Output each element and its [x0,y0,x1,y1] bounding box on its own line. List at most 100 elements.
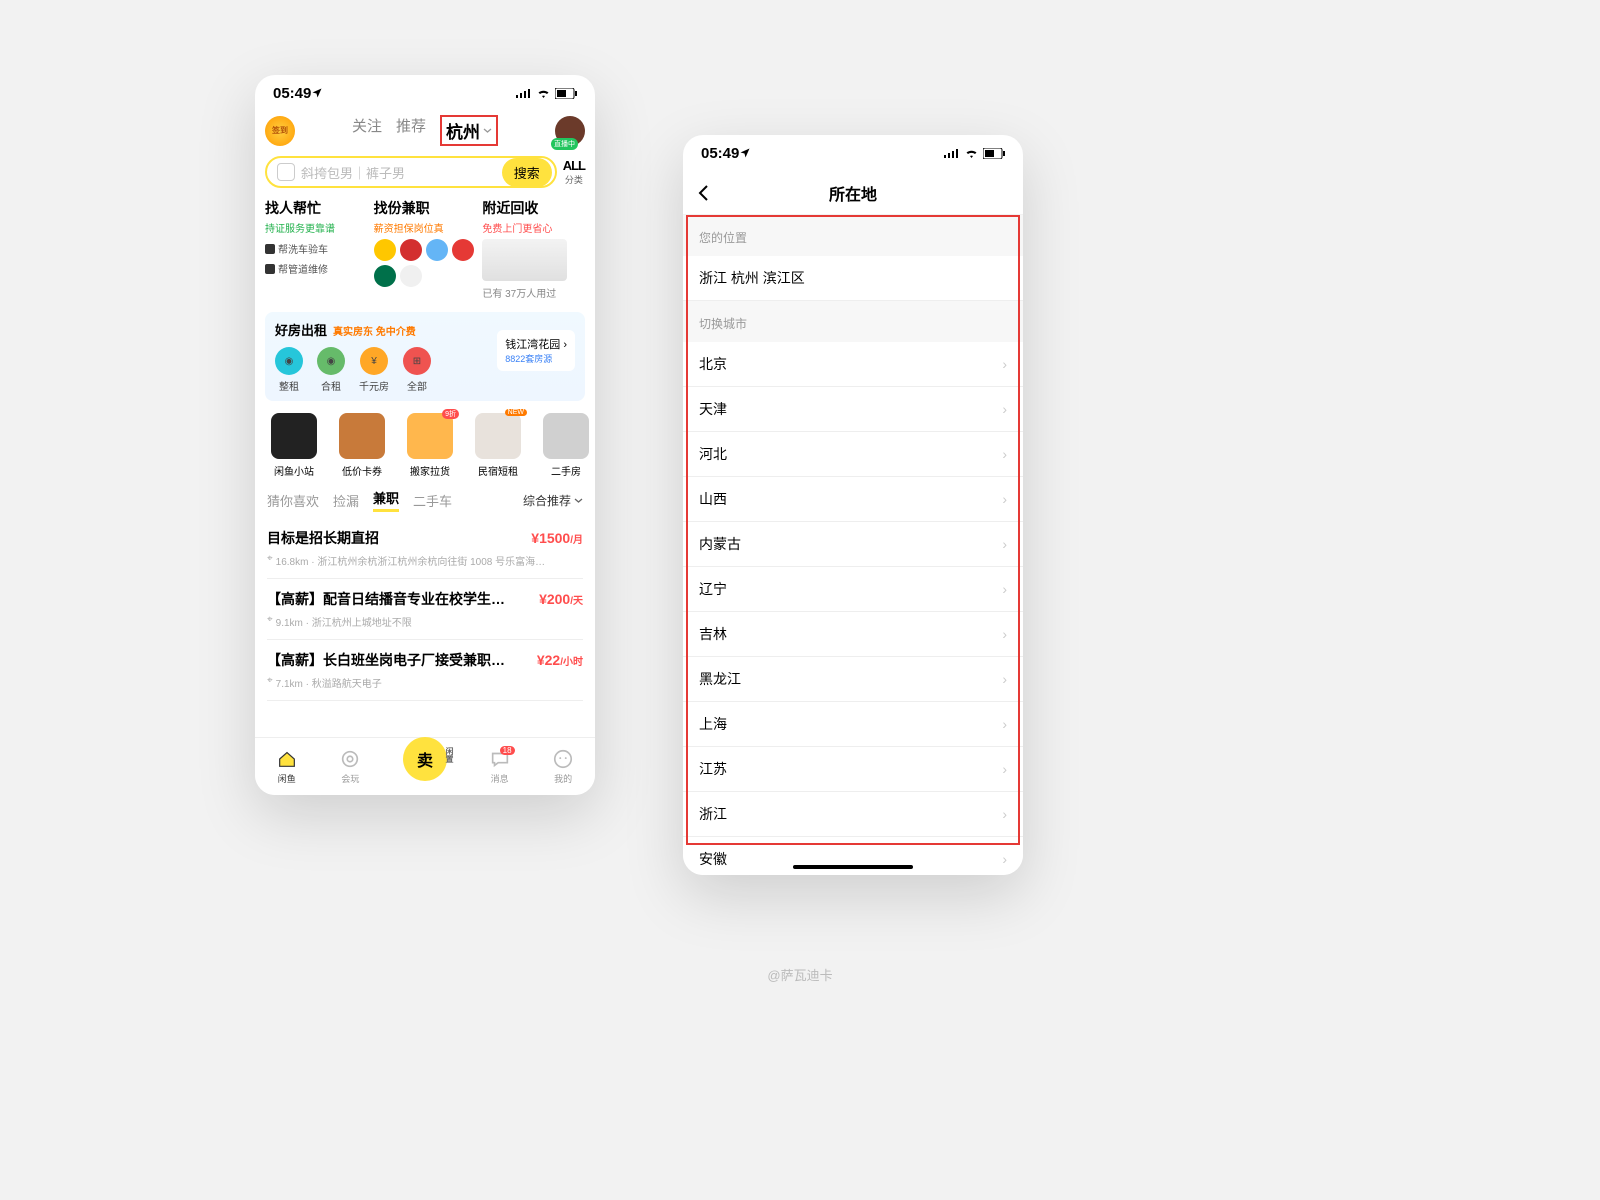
housing-chip-sub: 8822套房源 [505,352,567,365]
help-item[interactable]: 帮洗车验车 [265,241,368,256]
city-item[interactable]: 辽宁› [683,567,1023,612]
brand-icon [426,239,448,261]
top-nav: 签到 关注 推荐 杭州 直播中 [255,111,595,150]
help-item[interactable]: 帮管道维修 [265,261,368,276]
house-circle-icon: ⊞ [403,347,431,375]
listing-price: ¥1500/月 [531,530,583,546]
city-item[interactable]: 黑龙江› [683,657,1023,702]
chevron-right-icon: › [1002,851,1007,867]
listings: 目标是招长期直招¥1500/月 ⌖16.8km · 浙江杭州余杭浙江杭州余杭向往… [255,518,595,701]
category-item[interactable]: 低价卡券 [333,413,391,478]
brand-grid [374,239,477,287]
category-item[interactable]: NEW民宿短租 [469,413,527,478]
house-option[interactable]: ◉整租 [275,347,303,393]
chevron-down-icon [574,496,583,505]
tab-follow[interactable]: 关注 [352,115,382,146]
tab-messages[interactable]: 18 消息 [489,748,511,785]
brand-icon [400,265,422,287]
chevron-right-icon: › [1002,626,1007,642]
city-item[interactable]: 江苏› [683,747,1023,792]
home-indicator[interactable] [793,865,913,869]
chevron-right-icon: › [1002,671,1007,687]
city-item[interactable]: 内蒙古› [683,522,1023,567]
card-title: 找份兼职 [374,198,477,218]
section-header: 切换城市 [683,301,1023,342]
filter-tab[interactable]: 二手车 [413,491,452,510]
phone-location: 05:49 所在地 您的位置 浙江 杭州 滨江区 切换城市 北京›天津›河北›山… [683,135,1023,875]
city-item[interactable]: 天津› [683,387,1023,432]
status-icons [516,88,577,99]
avatar[interactable]: 直播中 [555,116,585,146]
sell-button[interactable]: 卖 闲置 [403,737,447,781]
house-option[interactable]: ¥千元房 [359,347,389,393]
house-option[interactable]: ◉合租 [317,347,345,393]
listing-title: 【高薪】配音日结播音专业在校学生… [267,589,539,609]
search-button[interactable]: 搜索 [502,158,552,187]
pin-icon: ⌖ [267,614,273,629]
back-button[interactable] [697,184,709,202]
listing-title: 【高薪】长白班坐岗电子厂接受兼职… [267,650,537,670]
scan-icon[interactable] [277,163,295,181]
message-icon: 18 [489,748,511,770]
card-subtitle: 薪资担保岗位真 [374,220,477,235]
tab-city[interactable]: 杭州 [440,115,498,146]
listing-item[interactable]: 【高薪】长白班坐岗电子厂接受兼职…¥22/小时 ⌖7.1km · 秋溢路航天电子 [267,640,583,701]
category-item[interactable]: 二手房 [537,413,595,478]
tab-mine[interactable]: 我的 [552,748,574,785]
house-option[interactable]: ⊞全部 [403,347,431,393]
city-list: 北京›天津›河北›山西›内蒙古›辽宁›吉林›黑龙江›上海›江苏›浙江›安徽›福建… [683,342,1023,875]
chevron-right-icon: › [1002,536,1007,552]
location-arrow-icon [739,147,751,159]
card-recycle[interactable]: 附近回收 免费上门更省心 已有 37万人用过 [482,198,585,300]
tab-bar: 闲鱼 会玩 卖 闲置 18 消息 我的 [255,737,595,795]
house-circle-icon: ◉ [275,347,303,375]
tab-city-label: 杭州 [446,118,480,143]
chevron-down-icon [483,126,492,135]
live-badge: 直播中 [551,138,578,150]
housing-chip[interactable]: 钱江湾花园 › 8822套房源 [497,330,575,371]
tab-recommend[interactable]: 推荐 [396,115,426,146]
filter-tab-active[interactable]: 兼职 [373,488,399,512]
city-item[interactable]: 北京› [683,342,1023,387]
category-image [543,413,589,459]
wifi-icon [964,148,979,159]
card-title: 附近回收 [482,198,585,218]
listing-item[interactable]: 【高薪】配音日结播音专业在校学生…¥200/天 ⌖9.1km · 浙江杭州上城地… [267,579,583,640]
message-count-badge: 18 [500,746,515,755]
listing-title: 目标是招长期直招 [267,528,531,548]
listing-address: ⌖9.1km · 浙江杭州上城地址不限 [267,614,583,629]
category-item[interactable]: 闲鱼小站 [265,413,323,478]
city-item[interactable]: 浙江› [683,792,1023,837]
housing-tags: 真实房东 免中介费 [333,323,416,338]
brand-icon [374,265,396,287]
search-bar[interactable]: 斜挎包男｜裤子男 搜索 [265,156,557,188]
signal-icon [944,148,960,158]
tab-play[interactable]: 会玩 [339,748,361,785]
category-badge: 9折 [442,409,459,419]
card-job[interactable]: 找份兼职 薪资担保岗位真 [374,198,477,300]
tab-home[interactable]: 闲鱼 [276,748,298,785]
target-icon [339,748,361,770]
city-item[interactable]: 吉林› [683,612,1023,657]
card-help[interactable]: 找人帮忙 持证服务更靠谱 帮洗车验车 帮管道维修 [265,198,368,300]
city-item[interactable]: 上海› [683,702,1023,747]
all-categories[interactable]: ALL 分类 [563,158,585,186]
category-item[interactable]: 9折搬家拉货 [401,413,459,478]
category-image: NEW [475,413,521,459]
chevron-right-icon: › [1002,761,1007,777]
signin-badge[interactable]: 签到 [265,116,295,146]
filter-tab[interactable]: 猜你喜欢 [267,491,319,510]
listing-address: ⌖7.1km · 秋溢路航天电子 [267,675,583,690]
listing-price: ¥200/天 [539,591,583,607]
current-location[interactable]: 浙江 杭州 滨江区 [683,256,1023,301]
sort-button[interactable]: 综合推荐 [523,492,583,509]
city-item[interactable]: 安徽› [683,837,1023,875]
listing-item[interactable]: 目标是招长期直招¥1500/月 ⌖16.8km · 浙江杭州余杭浙江杭州余杭向往… [267,518,583,579]
category-image: 9折 [407,413,453,459]
recycle-count: 已有 37万人用过 [482,285,585,300]
city-item[interactable]: 山西› [683,477,1023,522]
housing-card[interactable]: 好房出租 真实房东 免中介费 ◉整租 ◉合租 ¥千元房 ⊞全部 钱江湾花园 › … [265,312,585,401]
filter-tab[interactable]: 捡漏 [333,491,359,510]
city-item[interactable]: 河北› [683,432,1023,477]
card-title: 找人帮忙 [265,198,368,218]
